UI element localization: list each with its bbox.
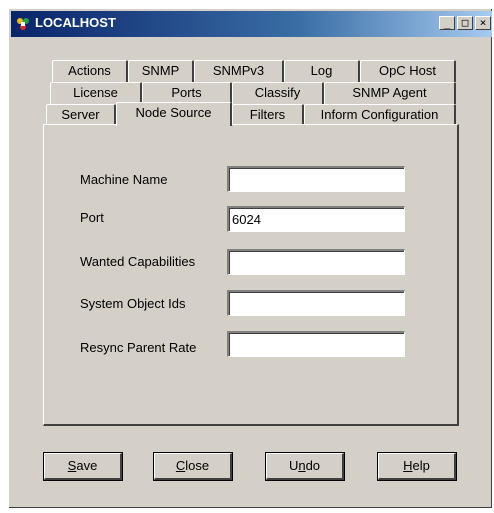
undo-button-mnemonic: n [298,458,306,473]
undo-button[interactable]: Undo [265,452,345,481]
tab-snmp[interactable]: SNMP [128,60,194,82]
close-button[interactable]: Close [153,452,233,481]
title-bar[interactable]: LOCALHOST _ □ × [11,11,492,37]
wanted-capabilities-label: Wanted Capabilities [80,254,196,269]
tab-node-source[interactable]: Node Source [116,102,232,126]
tab-actions[interactable]: Actions [52,60,128,82]
help-button-label: elp [412,458,430,473]
close-window-button[interactable]: × [475,16,491,30]
tab-log[interactable]: Log [284,60,360,82]
tab-license[interactable]: License [50,82,142,104]
tab-classify[interactable]: Classify [232,82,324,104]
window-title: LOCALHOST [35,15,116,30]
resync-parent-rate-label: Resync Parent Rate [80,340,197,355]
system-object-ids-input[interactable] [227,290,405,316]
machine-name-input[interactable] [227,166,405,192]
close-button-mnemonic: C [175,458,186,473]
close-button-label: lose [185,458,210,473]
minimize-button[interactable]: _ [439,16,455,30]
tab-snmp-agent[interactable]: SNMP Agent [324,82,456,104]
tab-opc-host[interactable]: OpC Host [360,60,456,82]
maximize-button[interactable]: □ [457,16,473,30]
system-object-ids-label: System Object Ids [80,296,186,311]
resync-parent-rate-input[interactable] [227,331,405,357]
port-label: Port [80,210,104,225]
help-button-mnemonic: H [403,458,413,473]
machine-name-label: Machine Name [80,172,168,187]
tab-snmpv3[interactable]: SNMPv3 [194,60,284,82]
app-icon [17,18,29,30]
tab-filters[interactable]: Filters [232,104,304,126]
undo-button-label-start: U [288,458,299,473]
tab-server[interactable]: Server [46,104,116,126]
save-button[interactable]: Save [43,452,123,481]
port-input[interactable]: 6024 [227,206,405,232]
tab-inform-configuration[interactable]: Inform Configuration [304,104,456,126]
help-button[interactable]: Help [377,452,457,481]
save-button-label: ave [76,458,98,473]
wanted-capabilities-input[interactable] [227,249,405,275]
undo-button-label-end: do [305,458,321,473]
tab-ports[interactable]: Ports [142,82,232,104]
